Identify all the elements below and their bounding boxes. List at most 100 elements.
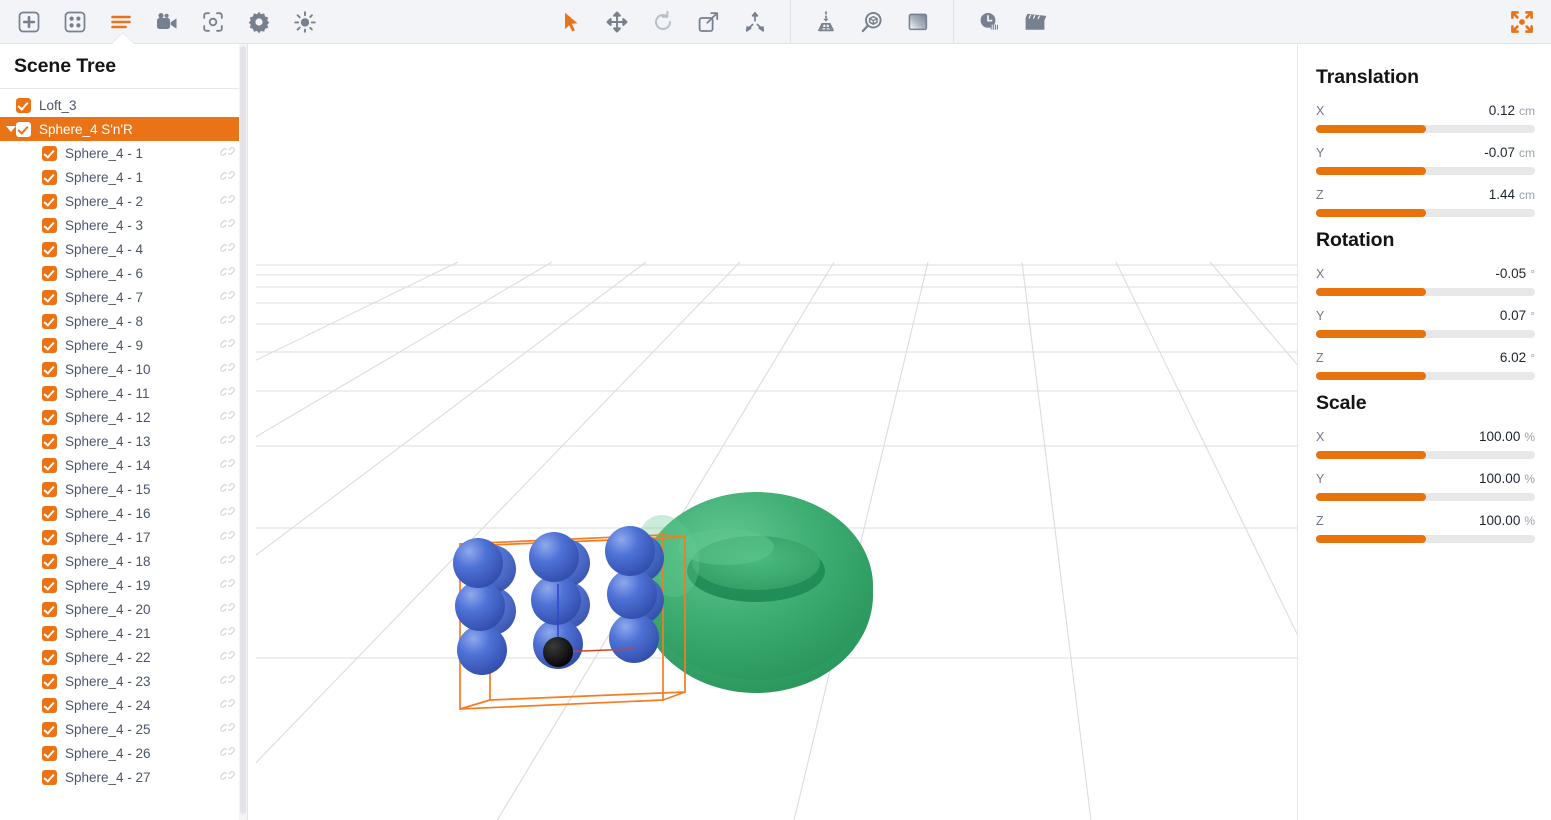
link-icon[interactable] xyxy=(220,360,235,378)
visibility-checkbox[interactable] xyxy=(42,170,57,185)
timeline-button[interactable] xyxy=(971,4,1007,40)
move-tool-button[interactable] xyxy=(599,4,635,40)
slider-track[interactable] xyxy=(1316,493,1535,501)
visibility-checkbox[interactable] xyxy=(42,290,57,305)
tree-row[interactable]: Sphere_4 - 10 xyxy=(0,357,247,381)
tree-row[interactable]: Sphere_4 - 14 xyxy=(0,453,247,477)
link-icon[interactable] xyxy=(220,144,235,162)
visibility-checkbox[interactable] xyxy=(42,314,57,329)
visibility-checkbox[interactable] xyxy=(42,218,57,233)
slider-fill[interactable] xyxy=(1316,493,1426,501)
field-value[interactable]: 100.00 xyxy=(1479,471,1520,486)
link-icon[interactable] xyxy=(220,648,235,666)
slider-track[interactable] xyxy=(1316,535,1535,543)
visibility-checkbox[interactable] xyxy=(42,458,57,473)
field-value[interactable]: -0.07 xyxy=(1484,145,1515,160)
tree-row[interactable]: Sphere_4 - 23 xyxy=(0,669,247,693)
link-icon[interactable] xyxy=(220,264,235,282)
field-value[interactable]: 1.44 xyxy=(1489,187,1515,202)
link-icon[interactable] xyxy=(220,744,235,762)
add-object-button[interactable] xyxy=(11,4,47,40)
link-icon[interactable] xyxy=(220,168,235,186)
camera-button[interactable] xyxy=(149,4,185,40)
scale-tool-button[interactable] xyxy=(691,4,727,40)
distribute-tool-button[interactable] xyxy=(737,4,773,40)
field-value[interactable]: 100.00 xyxy=(1479,429,1520,444)
visibility-checkbox[interactable] xyxy=(42,650,57,665)
slider-fill[interactable] xyxy=(1316,209,1426,217)
origin-marker[interactable] xyxy=(543,637,573,667)
visibility-checkbox[interactable] xyxy=(42,626,57,641)
tree-row[interactable]: Sphere_4 - 1 xyxy=(0,165,247,189)
visibility-checkbox[interactable] xyxy=(42,554,57,569)
inspect-tool-button[interactable] xyxy=(854,4,890,40)
link-icon[interactable] xyxy=(220,720,235,738)
tree-row[interactable]: Sphere_4 - 24 xyxy=(0,693,247,717)
visibility-checkbox[interactable] xyxy=(42,410,57,425)
visibility-checkbox[interactable] xyxy=(16,98,31,113)
tree-row[interactable]: Sphere_4 - 1 xyxy=(0,141,247,165)
tree-row[interactable]: Sphere_4 - 3 xyxy=(0,213,247,237)
snapshot-button[interactable] xyxy=(195,4,231,40)
link-icon[interactable] xyxy=(220,600,235,618)
tree-row[interactable]: Sphere_4 - 9 xyxy=(0,333,247,357)
link-icon[interactable] xyxy=(220,576,235,594)
link-icon[interactable] xyxy=(220,240,235,258)
tree-row[interactable]: Sphere_4 - 19 xyxy=(0,573,247,597)
tree-row[interactable]: Sphere_4 - 13 xyxy=(0,429,247,453)
slider-track[interactable] xyxy=(1316,209,1535,217)
field-value[interactable]: -0.05 xyxy=(1495,266,1526,281)
select-tool-button[interactable] xyxy=(553,4,589,40)
link-icon[interactable] xyxy=(220,624,235,642)
slider-track[interactable] xyxy=(1316,372,1535,380)
tree-row[interactable]: Sphere_4 - 4 xyxy=(0,237,247,261)
slider-track[interactable] xyxy=(1316,167,1535,175)
visibility-checkbox[interactable] xyxy=(42,266,57,281)
field-value[interactable]: 0.07 xyxy=(1500,308,1526,323)
tree-row[interactable]: Loft_3 xyxy=(0,93,247,117)
tree-row[interactable]: Sphere_4 - 7 xyxy=(0,285,247,309)
link-icon[interactable] xyxy=(220,408,235,426)
visibility-checkbox[interactable] xyxy=(42,746,57,761)
tree-row[interactable]: Sphere_4 - 21 xyxy=(0,621,247,645)
slider-fill[interactable] xyxy=(1316,167,1426,175)
slider-track[interactable] xyxy=(1316,451,1535,459)
lighting-button[interactable] xyxy=(287,4,323,40)
visibility-checkbox[interactable] xyxy=(42,338,57,353)
deposit-tool-button[interactable] xyxy=(808,4,844,40)
slider-track[interactable] xyxy=(1316,288,1535,296)
visibility-checkbox[interactable] xyxy=(42,482,57,497)
fit-to-view-button[interactable] xyxy=(1504,4,1540,40)
tree-row[interactable]: Sphere_4 S'n'R xyxy=(0,117,247,141)
visibility-checkbox[interactable] xyxy=(42,770,57,785)
link-icon[interactable] xyxy=(220,384,235,402)
field-value[interactable]: 0.12 xyxy=(1489,103,1515,118)
slider-fill[interactable] xyxy=(1316,125,1426,133)
link-icon[interactable] xyxy=(220,288,235,306)
tree-row[interactable]: Sphere_4 - 2 xyxy=(0,189,247,213)
tree-row[interactable]: Sphere_4 - 8 xyxy=(0,309,247,333)
visibility-checkbox[interactable] xyxy=(42,242,57,257)
visibility-checkbox[interactable] xyxy=(42,506,57,521)
visibility-checkbox[interactable] xyxy=(42,194,57,209)
gradient-tool-button[interactable] xyxy=(900,4,936,40)
link-icon[interactable] xyxy=(220,480,235,498)
3d-viewport[interactable] xyxy=(256,44,1297,820)
slider-track[interactable] xyxy=(1316,125,1535,133)
link-icon[interactable] xyxy=(220,672,235,690)
object-library-button[interactable] xyxy=(57,4,93,40)
slider-fill[interactable] xyxy=(1316,535,1426,543)
tree-row[interactable]: Sphere_4 - 26 xyxy=(0,741,247,765)
sidebar-scrollbar-track[interactable] xyxy=(239,44,247,820)
visibility-checkbox[interactable] xyxy=(42,722,57,737)
animation-button[interactable] xyxy=(1017,4,1053,40)
slider-fill[interactable] xyxy=(1316,288,1426,296)
link-icon[interactable] xyxy=(220,552,235,570)
field-value[interactable]: 6.02 xyxy=(1500,350,1526,365)
link-icon[interactable] xyxy=(220,336,235,354)
visibility-checkbox[interactable] xyxy=(42,530,57,545)
tree-row[interactable]: Sphere_4 - 6 xyxy=(0,261,247,285)
slider-fill[interactable] xyxy=(1316,451,1426,459)
tree-row[interactable]: Sphere_4 - 15 xyxy=(0,477,247,501)
slider-fill[interactable] xyxy=(1316,330,1426,338)
